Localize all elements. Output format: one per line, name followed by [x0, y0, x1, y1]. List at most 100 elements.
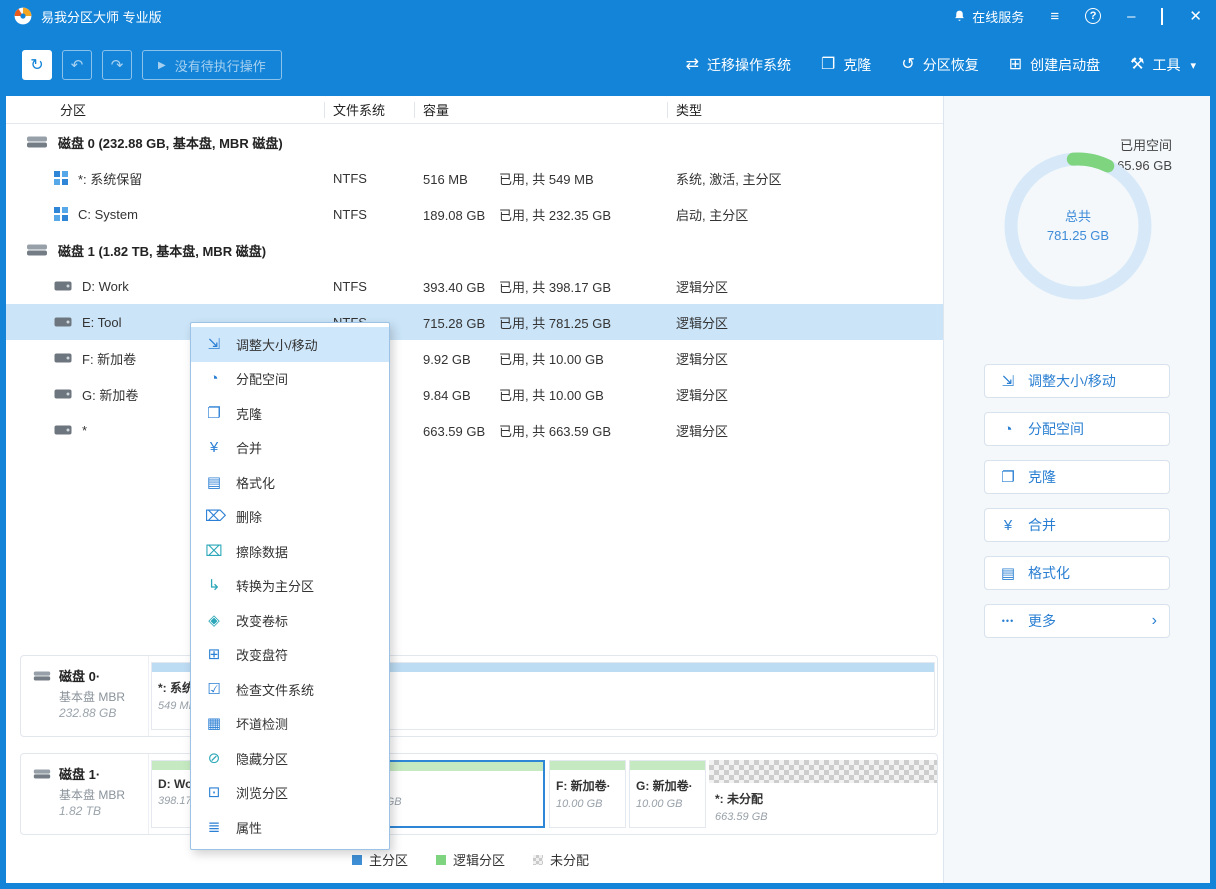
table-row-e-tool[interactable]: E: Tool NTFS 715.28 GB已用, 共 781.25 GB 逻辑…	[6, 304, 943, 340]
redo-button[interactable]: ↷	[102, 50, 132, 80]
legend-unallocated: 未分配	[533, 850, 589, 869]
check-file-system-icon: ☑	[205, 682, 223, 697]
sidebar-resize-move-button[interactable]: ⇲ 调整大小/移动	[984, 364, 1170, 398]
logical-strip	[630, 761, 705, 770]
pending-operations-label: 没有待执行操作	[175, 56, 266, 75]
disk1-label-cell: 磁盘 1· 基本盘 MBR 1.82 TB	[21, 754, 149, 834]
partition-recovery-label: 分区恢复	[923, 55, 979, 75]
minimize-button[interactable]: –	[1127, 9, 1135, 24]
close-button[interactable]: ✕	[1189, 9, 1202, 24]
pending-operations-button[interactable]: ▶ 没有待执行操作	[142, 50, 282, 80]
disk-icon	[33, 670, 51, 682]
sidebar-merge-button[interactable]: ¥ 合并	[984, 508, 1170, 542]
menu-item-allocate-space[interactable]: ◔ 分配空间	[191, 362, 389, 397]
diskmap-disk0: 磁盘 0· 基本盘 MBR 232.88 GB *: 系统保留 549 MB C…	[20, 655, 938, 737]
menu-list-icon[interactable]: ≡	[1050, 9, 1059, 24]
capacity-cell: 516 MB已用, 共 549 MB	[415, 169, 668, 188]
capacity-used: 516 MB	[423, 172, 499, 187]
sidebar-format-button[interactable]: ▤ 格式化	[984, 556, 1170, 590]
content: 分区 文件系统 容量 类型 磁盘 0 (232.88 GB, 基本盘, MBR …	[6, 96, 1210, 883]
menu-item-label: 坏道检测	[236, 714, 288, 733]
menu-item-merge[interactable]: ¥ 合并	[191, 431, 389, 466]
disk-icon	[33, 768, 51, 780]
change-label-icon: ◈	[205, 613, 223, 628]
menu-item-label: 检查文件系统	[236, 680, 314, 699]
menu-item-bad-sector-test[interactable]: ▦ 坏道检测	[191, 707, 389, 742]
menu-item-check-file-system[interactable]: ☑ 检查文件系统	[191, 672, 389, 707]
capacity-total: 已用, 共 232.35 GB	[499, 208, 611, 223]
menu-item-resize-move[interactable]: ⇲ 调整大小/移动	[191, 327, 389, 362]
menu-item-hide-partition[interactable]: ⊘ 隐藏分区	[191, 741, 389, 776]
header-type: 类型	[668, 102, 943, 118]
menu-item-label: 改变卷标	[236, 611, 288, 630]
menu-item-label: 分配空间	[236, 369, 288, 388]
migrate-os-label: 迁移操作系统	[707, 55, 791, 75]
capacity-donut-chart: 总共 781.25 GB	[996, 144, 1160, 308]
disk-label: 磁盘 0 (232.88 GB, 基本盘, MBR 磁盘)	[58, 133, 283, 152]
clone-toolbar-button[interactable]: ❐ 克隆	[821, 55, 871, 75]
menu-item-change-label[interactable]: ◈ 改变卷标	[191, 603, 389, 638]
capacity-cell: 663.59 GB已用, 共 663.59 GB	[415, 421, 668, 440]
capacity-total: 已用, 共 549 MB	[499, 172, 594, 187]
menu-item-change-drive-letter[interactable]: ⊞ 改变盘符	[191, 638, 389, 673]
map-partition-g-volume[interactable]: G: 新加卷· 10.00 GB	[629, 760, 706, 828]
menu-item-delete[interactable]: ⌦ 删除	[191, 500, 389, 535]
migrate-os-icon: ⇄	[686, 57, 699, 73]
undo-button[interactable]: ↶	[62, 50, 92, 80]
partition-label: G: 新加卷	[82, 385, 138, 404]
online-service-button[interactable]: 在线服务	[953, 7, 1024, 26]
fs-cell: NTFS	[325, 171, 415, 186]
table-row-disk0[interactable]: 磁盘 0 (232.88 GB, 基本盘, MBR 磁盘)	[6, 124, 943, 160]
create-boot-disk-button[interactable]: ⊞ 创建启动盘	[1009, 55, 1100, 75]
titlebar: 易我分区大师 专业版 在线服务 ≡ ? – ✕	[0, 0, 1216, 32]
map-partition-label: F: 新加卷·	[556, 777, 625, 794]
sidebar-allocate-space-button[interactable]: ◔ 分配空间	[984, 412, 1170, 446]
type-cell: 启动, 主分区	[668, 205, 943, 224]
undo-icon: ↶	[71, 56, 84, 74]
table-row-g-volume[interactable]: G: 新加卷 9.84 GB已用, 共 10.00 GB 逻辑分区	[6, 376, 943, 412]
menu-item-label: 删除	[236, 507, 262, 526]
map-partition-label: *: 未分配	[715, 790, 937, 807]
table-row-disk1[interactable]: 磁盘 1 (1.82 TB, 基本盘, MBR 磁盘)	[6, 232, 943, 268]
sidebar-clone-button[interactable]: ❐ 克隆	[984, 460, 1170, 494]
diskmap-disk1: 磁盘 1· 基本盘 MBR 1.82 TB D: Work 398.17 GB …	[20, 753, 938, 835]
menu-item-wipe-data[interactable]: ⌧ 擦除数据	[191, 534, 389, 569]
menu-item-explore-partition[interactable]: ⊡ 浏览分区	[191, 776, 389, 811]
legend-logical-label: 逻辑分区	[453, 850, 505, 869]
menu-item-label: 调整大小/移动	[236, 335, 318, 354]
help-icon[interactable]: ?	[1085, 8, 1101, 24]
menu-item-clone[interactable]: ❐ 克隆	[191, 396, 389, 431]
table-row-f-volume[interactable]: F: 新加卷 9.92 GB已用, 共 10.00 GB 逻辑分区	[6, 340, 943, 376]
bad-sector-test-icon: ▦	[205, 716, 223, 731]
menu-item-convert-to-primary[interactable]: ↳ 转换为主分区	[191, 569, 389, 604]
system-partition-icon	[54, 171, 68, 185]
table-row-c-system[interactable]: C: System NTFS 189.08 GB已用, 共 232.35 GB …	[6, 196, 943, 232]
menu-item-label: 转换为主分区	[236, 576, 314, 595]
type-cell: 逻辑分区	[668, 385, 943, 404]
maximize-button[interactable]	[1161, 9, 1163, 24]
partition-recovery-button[interactable]: ↺ 分区恢复	[901, 55, 978, 75]
refresh-button[interactable]: ↻	[22, 50, 52, 80]
table-row-d-work[interactable]: D: Work NTFS 393.40 GB已用, 共 398.17 GB 逻辑…	[6, 268, 943, 304]
disk1-size: 1.82 TB	[59, 804, 140, 818]
map-partition-system-reserved[interactable]: *: 系统保留 549 MB	[151, 662, 195, 730]
disk-icon	[26, 135, 48, 149]
map-partition-unallocated[interactable]: *: 未分配 663.59 GB	[709, 760, 937, 828]
sidebar-button-label: 合并	[1028, 515, 1056, 535]
table-row-system-reserved[interactable]: *: 系统保留 NTFS 516 MB已用, 共 549 MB 系统, 激活, …	[6, 160, 943, 196]
sidebar-more-button[interactable]: ••• 更多 ›	[984, 604, 1170, 638]
type-cell: 逻辑分区	[668, 349, 943, 368]
table-row-unallocated[interactable]: * 663.59 GB已用, 共 663.59 GB 逻辑分区	[6, 412, 943, 448]
partition-label: E: Tool	[82, 315, 122, 330]
menu-item-properties[interactable]: ≣ 属性	[191, 810, 389, 845]
migrate-os-button[interactable]: ⇄ 迁移操作系统	[686, 55, 791, 75]
menu-item-format[interactable]: ▤ 格式化	[191, 465, 389, 500]
drive-icon	[54, 389, 72, 399]
map-partition-size: 549 MB	[158, 700, 194, 712]
tools-button[interactable]: ⚒ 工具 ▾	[1130, 55, 1196, 75]
legend-logical: 逻辑分区	[436, 850, 505, 869]
menu-item-label: 隐藏分区	[236, 749, 288, 768]
table-header: 分区 文件系统 容量 类型	[6, 96, 943, 124]
map-partition-f-volume[interactable]: F: 新加卷· 10.00 GB	[549, 760, 626, 828]
convert-to-primary-icon: ↳	[205, 578, 223, 593]
